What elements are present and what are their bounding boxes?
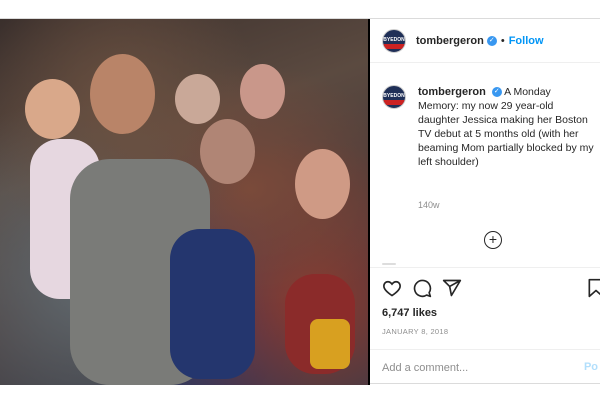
bookmark-icon[interactable] — [586, 278, 600, 298]
post-photo[interactable] — [0, 19, 370, 385]
avatar-stripe — [383, 100, 405, 105]
photo-image — [0, 19, 368, 385]
share-icon[interactable] — [442, 278, 462, 298]
instagram-post: BYEDON tombergeron ✓ • Follow BYEDON tom… — [0, 18, 600, 385]
heart-icon[interactable] — [382, 278, 402, 298]
caption-avatar[interactable]: BYEDON — [382, 85, 406, 109]
comment-input[interactable] — [382, 361, 572, 374]
post-date: JANUARY 8, 2018 — [382, 327, 449, 336]
post-sidebar: BYEDON tombergeron ✓ • Follow BYEDON tom… — [370, 19, 600, 385]
avatar[interactable]: BYEDON — [382, 28, 406, 53]
comment-icon[interactable] — [412, 278, 432, 298]
avatar-text: BYEDON — [383, 36, 405, 43]
plus-circle-icon[interactable]: + — [484, 231, 502, 249]
username-link[interactable]: tombergeron — [416, 35, 484, 47]
avatar-text: BYEDON — [383, 93, 405, 99]
caption-username-link[interactable]: tombergeron — [418, 86, 486, 98]
verified-badge-icon: ✓ — [486, 35, 497, 46]
caption: BYEDON tombergeron ✓ A Monday Memory: my… — [382, 85, 594, 169]
post-comment-button[interactable]: Po — [584, 361, 598, 373]
separator-dot: • — [500, 34, 505, 47]
avatar-stripe — [383, 43, 405, 49]
post-header: BYEDON tombergeron ✓ • Follow — [370, 19, 600, 63]
time-ago[interactable]: 140w — [418, 200, 440, 210]
comment-scroll-indicator — [382, 263, 396, 265]
verified-badge-icon: ✓ — [491, 87, 502, 98]
likes-count[interactable]: 6,747 likes — [382, 307, 437, 319]
action-bar — [370, 267, 600, 307]
caption-text: A Monday Memory: my now 29 year-old daug… — [418, 86, 594, 168]
comment-bar: Po — [370, 349, 600, 385]
follow-button[interactable]: Follow — [509, 35, 544, 47]
caption-body: tombergeron ✓ A Monday Memory: my now 29… — [418, 85, 594, 169]
